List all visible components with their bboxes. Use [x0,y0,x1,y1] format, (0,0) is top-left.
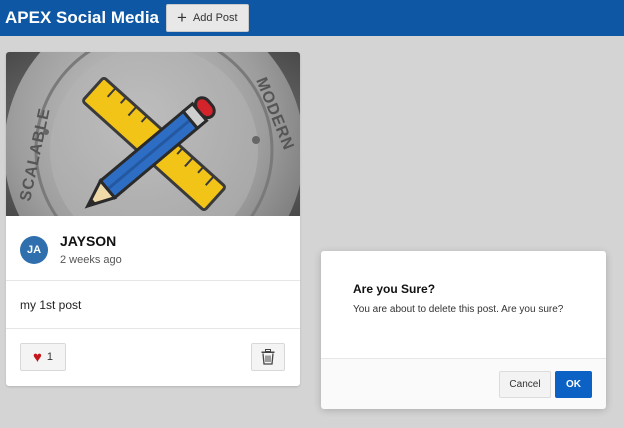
author-name: JAYSON [60,233,117,249]
like-button[interactable]: ♥ 1 [20,343,66,371]
delete-post-button[interactable] [251,343,285,371]
post-image: SCALABLE MODERN [6,52,300,216]
ok-button[interactable]: OK [555,371,592,398]
dialog-message: You are about to delete this post. Are y… [353,304,564,315]
app-title[interactable]: APEX Social Media [5,8,159,28]
post-body: my 1st post [6,281,300,329]
post-time: 2 weeks ago [60,254,122,266]
coin-image: SCALABLE MODERN [6,52,300,216]
like-count: 1 [46,351,54,363]
post-author-row: JA JAYSON 2 weeks ago [6,216,300,281]
post-card: SCALABLE MODERN JA JAYSON 2 weeks ago my… [6,52,300,386]
trash-icon [261,349,275,365]
dialog-footer: Cancel OK [321,358,606,409]
add-post-button[interactable]: + Add Post [166,4,249,32]
avatar: JA [20,236,48,264]
cancel-button[interactable]: Cancel [499,371,551,398]
add-post-label: Add Post [192,12,238,24]
dialog-title: Are you Sure? [353,282,436,296]
post-text: my 1st post [20,298,82,312]
app-header: APEX Social Media + Add Post [0,0,624,36]
heart-icon: ♥ [32,348,42,366]
confirm-dialog: Are you Sure? You are about to delete th… [321,251,606,409]
plus-icon: + [177,8,187,27]
